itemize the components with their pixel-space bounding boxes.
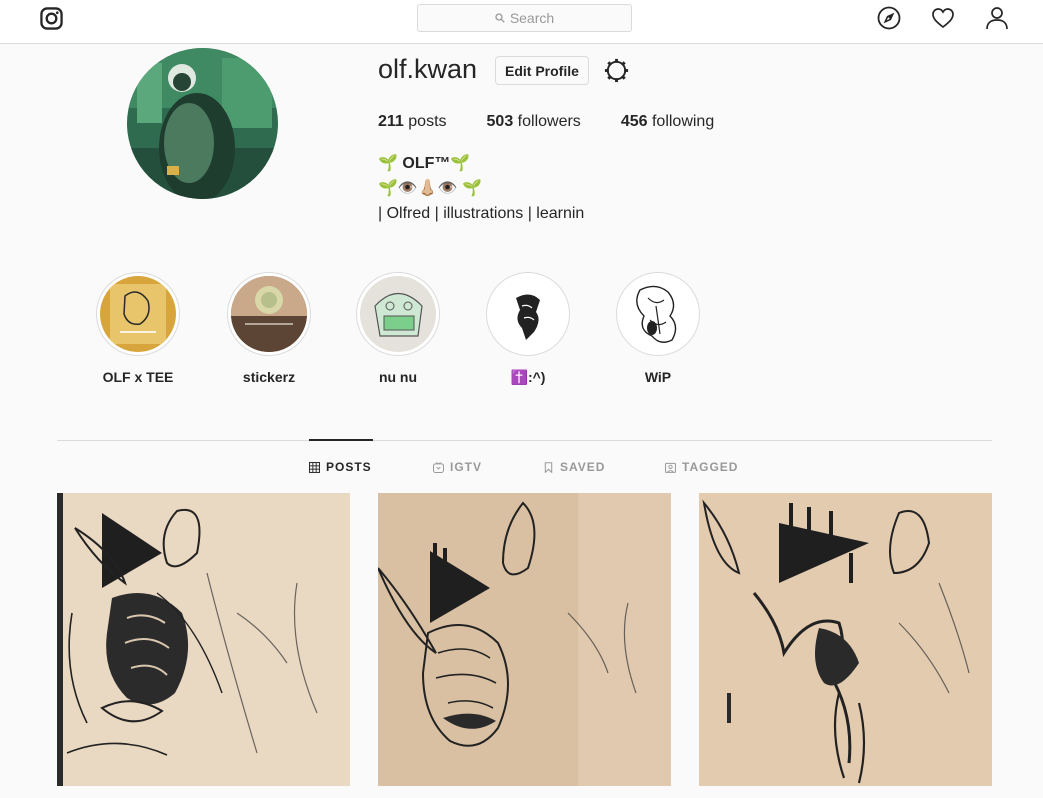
tab-label: IGTV <box>450 460 483 474</box>
highlight-olf-x-tee[interactable]: OLF x TEE <box>73 272 203 385</box>
search-placeholder: Search <box>509 10 555 26</box>
top-nav: Search <box>0 0 1043 44</box>
highlight-ring <box>616 272 700 356</box>
post-image <box>57 493 350 786</box>
highlight-ring <box>356 272 440 356</box>
highlight-thumb <box>360 276 436 352</box>
tab-label: TAGGED <box>682 460 739 474</box>
instagram-logo-icon[interactable] <box>40 7 63 30</box>
following-label: following <box>651 113 715 130</box>
post-thumbnail[interactable] <box>378 493 671 786</box>
bio-line-2: 🌱👁️👃🏼👁️ 🌱 <box>378 180 483 197</box>
profile-username: olf.kwan <box>378 54 478 84</box>
tab-saved[interactable]: SAVED <box>543 460 605 474</box>
following-count: 456 <box>620 113 648 130</box>
profile-avatar[interactable] <box>127 48 278 199</box>
heart-icon[interactable] <box>931 6 955 30</box>
highlight-ring <box>486 272 570 356</box>
tab-tagged[interactable]: TAGGED <box>665 460 738 474</box>
bio-name: 🌱 OLF™🌱 <box>378 155 471 172</box>
search-icon <box>495 13 505 23</box>
highlight-thumb <box>231 276 307 352</box>
post-thumbnail[interactable] <box>699 493 992 786</box>
nav-icons <box>847 6 1009 30</box>
highlight-cross[interactable]: ✝️:^) <box>463 272 593 386</box>
tabs-divider <box>57 440 992 441</box>
avatar-photo <box>127 48 278 199</box>
highlight-thumb <box>490 276 566 352</box>
highlight-ring <box>227 272 311 356</box>
highlight-stickerz[interactable]: stickerz <box>204 272 334 385</box>
tagged-icon <box>665 462 676 473</box>
followers-stat[interactable]: 503 followers <box>487 113 581 131</box>
highlight-label: nu nu <box>378 369 418 385</box>
grid-icon <box>309 461 320 473</box>
highlight-label: ✝️:^) <box>510 369 546 385</box>
igtv-icon <box>433 461 444 473</box>
post-thumbnail[interactable] <box>57 493 350 786</box>
tab-igtv[interactable]: IGTV <box>433 460 482 474</box>
highlight-ring <box>96 272 180 356</box>
gear-icon[interactable] <box>603 57 630 84</box>
posts-stat: 211 posts <box>378 113 447 131</box>
profile-stats: 211 posts 503 followers 456 following <box>378 113 754 131</box>
posts-label: posts <box>408 113 447 130</box>
user-icon[interactable] <box>985 6 1009 30</box>
following-stat[interactable]: 456 following <box>621 113 714 131</box>
edit-profile-button[interactable]: Edit Profile <box>495 56 589 85</box>
bookmark-icon <box>544 461 553 473</box>
highlight-label: WiP <box>644 369 672 385</box>
highlight-label: OLF x TEE <box>102 369 174 385</box>
highlight-thumb <box>620 276 696 352</box>
highlight-label: stickerz <box>242 369 296 385</box>
highlight-wip[interactable]: WiP <box>593 272 723 385</box>
active-tab-indicator <box>309 439 373 441</box>
followers-label: followers <box>517 113 581 130</box>
post-image <box>699 493 992 786</box>
profile-bio: 🌱 OLF™🌱 🌱👁️👃🏼👁️ 🌱 | Olfred | illustratio… <box>378 151 584 226</box>
tab-label: POSTS <box>326 460 372 474</box>
followers-count: 503 <box>486 113 514 130</box>
highlight-thumb <box>100 276 176 352</box>
posts-count: 211 <box>378 113 404 130</box>
search-input[interactable]: Search <box>417 4 632 32</box>
compass-icon[interactable] <box>877 6 901 30</box>
tab-posts[interactable]: POSTS <box>309 460 372 474</box>
highlight-nu-nu[interactable]: nu nu <box>333 272 463 385</box>
post-image <box>378 493 671 786</box>
bio-line-3: | Olfred | illustrations | learnin <box>378 205 585 222</box>
tab-label: SAVED <box>560 460 606 474</box>
